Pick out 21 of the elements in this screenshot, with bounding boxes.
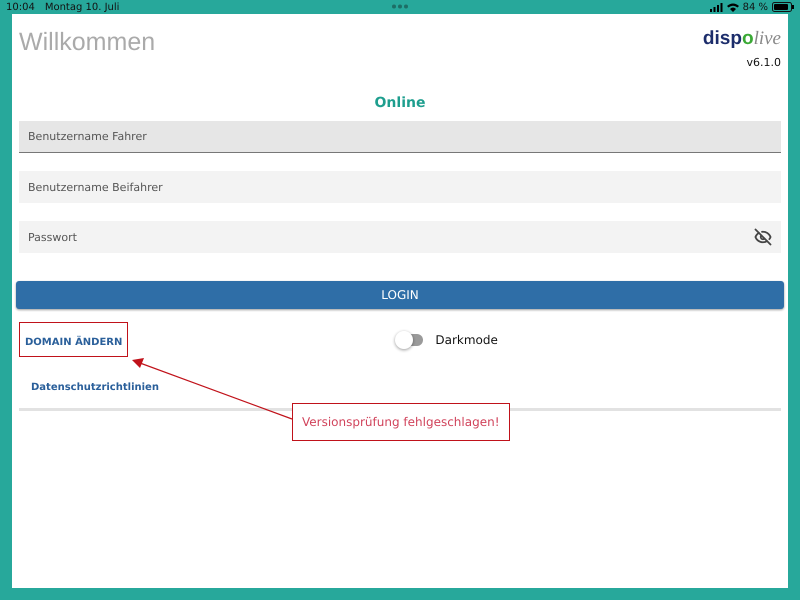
privacy-link[interactable]: Datenschutzrichtlinien bbox=[31, 382, 159, 393]
version-label: v6.1.0 bbox=[746, 56, 781, 69]
status-date: Montag 10. Juli bbox=[44, 2, 120, 12]
darkmode-toggle[interactable] bbox=[395, 330, 426, 348]
wifi-icon bbox=[726, 2, 739, 12]
change-domain-link[interactable]: DOMAIN ÄNDERN bbox=[25, 337, 122, 348]
status-time: 10:04 bbox=[6, 2, 35, 12]
input-field[interactable]: Benutzername Fahrer bbox=[19, 121, 781, 153]
input-field[interactable]: Benutzername Beifahrer bbox=[19, 171, 781, 203]
connection-status: Online bbox=[374, 95, 426, 111]
input-field[interactable]: Passwort bbox=[19, 221, 781, 253]
hide-password-icon[interactable] bbox=[754, 228, 772, 246]
logo: dispolive bbox=[702, 28, 781, 50]
login-button[interactable]: LOGIN bbox=[16, 281, 784, 309]
error-callout: Versionsprüfung fehlgeschlagen! bbox=[292, 403, 510, 441]
page-title: Willkommen bbox=[19, 28, 156, 58]
more-dots-icon[interactable] bbox=[392, 4, 408, 9]
signal-icon bbox=[710, 2, 723, 12]
battery-level: 84 % bbox=[742, 2, 768, 12]
darkmode-label: Darkmode bbox=[435, 332, 498, 346]
battery-icon bbox=[772, 2, 794, 12]
